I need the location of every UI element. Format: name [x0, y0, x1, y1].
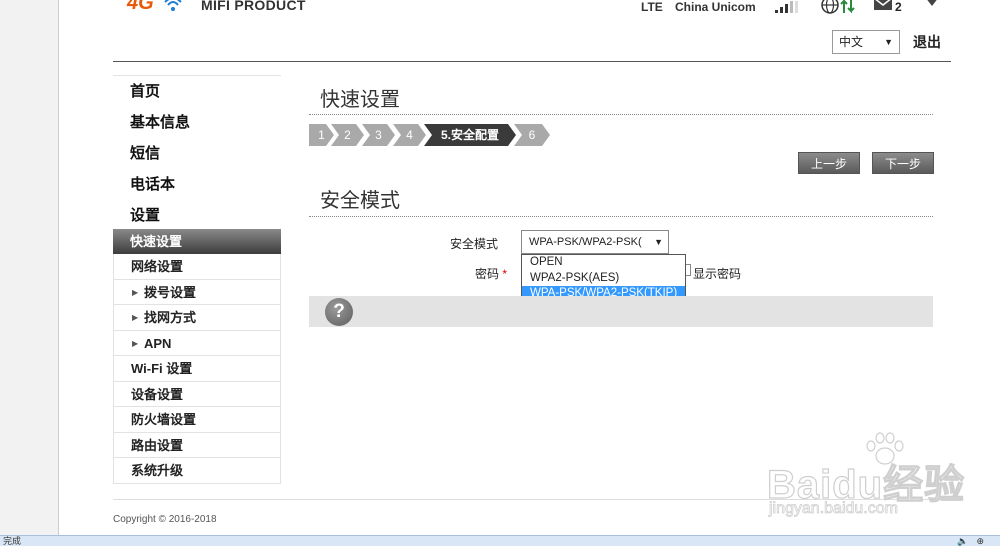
section-divider [309, 216, 933, 217]
header-divider [113, 61, 951, 62]
password-label: 密码 * [475, 265, 507, 282]
language-select[interactable]: 中文 ▼ [832, 30, 900, 54]
caret-right-icon: ▶ [132, 313, 139, 322]
network-type: LTE [641, 0, 663, 14]
nav-item-basic-info[interactable]: 基本信息 [113, 107, 281, 138]
next-button[interactable]: 下一步 [872, 152, 934, 174]
sidebar: 首页 基本信息 短信 电话本 设置 快速设置 网络设置 ▶ 拨号设置 ▶ 找网方… [113, 75, 281, 484]
title-divider [309, 114, 933, 115]
wizard-step-5-current: 5.安全配置 [424, 124, 516, 146]
nav-item-settings[interactable]: 设置 [113, 200, 281, 231]
sidebar-item-system-upgrade[interactable]: 系统升级 [113, 458, 281, 484]
sidebar-item-dial-settings[interactable]: ▶ 拨号设置 [113, 279, 281, 305]
dropdown-option-open[interactable]: OPEN [522, 255, 685, 271]
download-icon[interactable] [923, 0, 941, 8]
message-count-badge: 2 [895, 0, 902, 14]
chevron-down-icon: ▼ [884, 37, 893, 47]
sidebar-item-router-settings[interactable]: 路由设置 [113, 432, 281, 458]
help-bar: ? [309, 296, 933, 327]
wizard-step-3: 3 [362, 124, 395, 146]
status-text: 完成 [3, 536, 22, 546]
speaker-icon[interactable]: 🔈 [957, 536, 976, 546]
security-icon[interactable]: ⊕ [976, 536, 992, 546]
logout-link[interactable]: 退出 [913, 32, 941, 52]
logo-4g-text: 4G [127, 0, 154, 14]
signal-strength-icon [775, 1, 798, 13]
show-password-label[interactable]: 显示密码 [693, 265, 741, 282]
wizard-step-2: 2 [331, 124, 364, 146]
wizard-step-6: 6 [514, 124, 550, 146]
sidebar-item-device-settings[interactable]: 设备设置 [113, 381, 281, 407]
sidebar-item-wifi-settings[interactable]: Wi-Fi 设置 [113, 356, 281, 382]
required-mark: * [502, 267, 508, 281]
sidebar-item-label: 拨号设置 [144, 284, 197, 300]
product-name: MIFI PRODUCT [201, 0, 306, 13]
security-mode-select-value: WPA-PSK/WPA2-PSK( [529, 236, 642, 248]
settings-sub-nav: 快速设置 网络设置 ▶ 拨号设置 ▶ 找网方式 ▶ APN Wi-Fi 设置 设… [113, 229, 281, 484]
status-icons: 🔈⊕ [957, 536, 992, 546]
wizard-step-4: 4 [393, 124, 426, 146]
nav-item-home[interactable]: 首页 [113, 76, 281, 107]
page-title: 快速设置 [320, 89, 400, 111]
chevron-down-icon: ▼ [652, 231, 663, 253]
caret-right-icon: ▶ [132, 338, 139, 348]
browser-status-bar: 完成 🔈⊕ [0, 535, 1000, 546]
carrier-name: China Unicom [675, 0, 756, 14]
sidebar-item-quick-setup[interactable]: 快速设置 [113, 229, 281, 254]
nav-item-sms[interactable]: 短信 [113, 138, 281, 169]
security-mode-label: 安全模式 [450, 237, 499, 251]
sidebar-item-label: 找网方式 [144, 310, 197, 325]
copyright-text: Copyright © 2016-2018 [113, 514, 217, 525]
baidu-watermark: Baidu经验 jingyan.baidu.com [766, 430, 965, 525]
sidebar-item-network-settings[interactable]: 网络设置 [113, 254, 281, 280]
wifi-logo-icon [164, 0, 182, 11]
brand-logo: 4G [127, 0, 154, 15]
sidebar-item-network-search[interactable]: ▶ 找网方式 [113, 305, 281, 331]
password-label-text: 密码 [475, 267, 500, 281]
section-title: 安全模式 [320, 190, 400, 212]
help-icon[interactable]: ? [325, 298, 353, 326]
watermark-url: jingyan.baidu.com [769, 500, 899, 518]
nav-item-phonebook[interactable]: 电话本 [113, 169, 281, 200]
sidebar-item-firewall-settings[interactable]: 防火墙设置 [113, 407, 281, 433]
security-mode-select[interactable]: WPA-PSK/WPA2-PSK( ▼ [521, 230, 669, 254]
wizard-step-1: 1 [309, 124, 334, 146]
top-nav: 首页 基本信息 短信 电话本 设置 [113, 75, 281, 231]
language-select-value: 中文 [839, 35, 864, 49]
page-container: 4G MIFI PRODUCT LTE China Unicom 2 中文 ▼ … [58, 0, 1000, 535]
mail-icon[interactable] [873, 0, 893, 12]
previous-button[interactable]: 上一步 [798, 152, 860, 174]
caret-right-icon: ▶ [132, 287, 139, 297]
dropdown-option-wpa2-aes[interactable]: WPA2-PSK(AES) [522, 271, 685, 287]
sidebar-item-label: APN [144, 335, 172, 351]
data-connection-icon[interactable] [821, 0, 859, 15]
sidebar-item-apn[interactable]: ▶ APN [113, 330, 281, 356]
